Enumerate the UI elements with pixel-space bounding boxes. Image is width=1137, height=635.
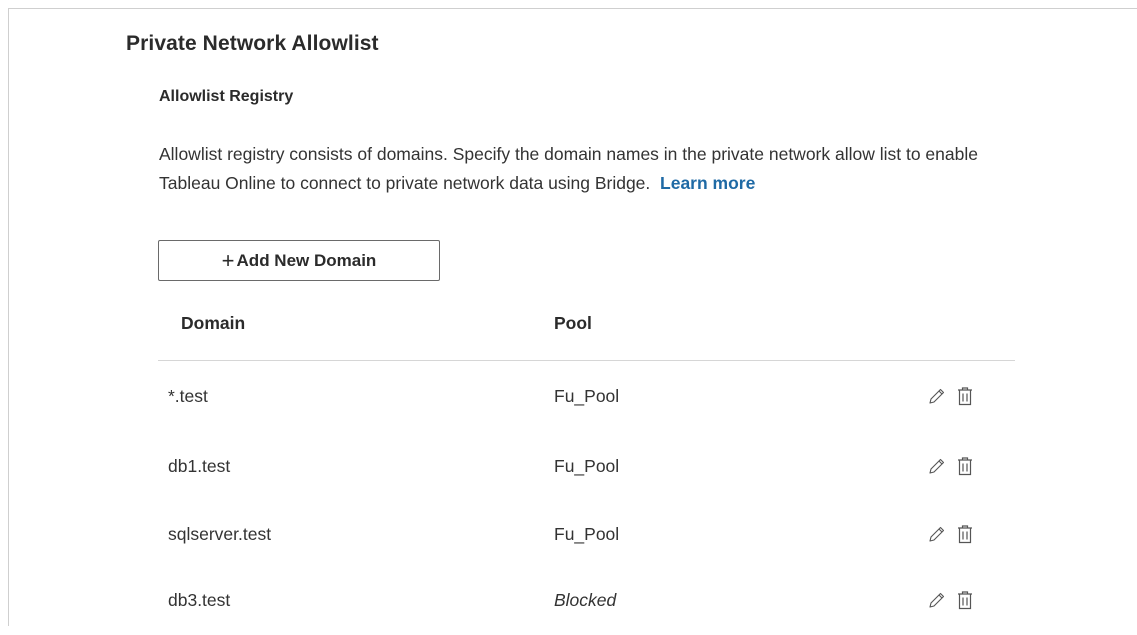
column-header-domain: Domain (181, 313, 246, 333)
table-row: db3.test Blocked (158, 565, 1015, 635)
pencil-icon[interactable] (928, 457, 946, 475)
row-actions (928, 431, 974, 501)
domain-cell: db1.test (168, 455, 231, 476)
domain-cell: *.test (168, 385, 208, 406)
table-row: *.test Fu_Pool (158, 361, 1015, 431)
plus-icon: + (221, 247, 235, 273)
trash-icon[interactable] (956, 590, 974, 610)
pool-cell: Fu_Pool (554, 523, 620, 544)
pencil-icon[interactable] (928, 387, 946, 405)
table-row: sqlserver.test Fu_Pool (158, 499, 1015, 569)
section-description: Allowlist registry consists of domains. … (159, 140, 1019, 198)
column-header-pool: Pool (554, 313, 592, 333)
trash-icon[interactable] (956, 524, 974, 544)
section-subtitle: Allowlist Registry (159, 88, 294, 105)
page-title: Private Network Allowlist (126, 32, 379, 55)
domain-cell: sqlserver.test (168, 523, 272, 544)
row-actions (928, 361, 974, 431)
domain-cell: db3.test (168, 589, 231, 610)
description-text: Allowlist registry consists of domains. … (159, 144, 978, 193)
add-new-domain-button[interactable]: + Add New Domain (158, 240, 440, 281)
trash-icon[interactable] (956, 456, 974, 476)
row-actions (928, 565, 974, 635)
learn-more-link[interactable]: Learn more (660, 173, 755, 193)
pencil-icon[interactable] (928, 591, 946, 609)
pool-cell: Fu_Pool (554, 385, 620, 406)
row-actions (928, 499, 974, 569)
pencil-icon[interactable] (928, 525, 946, 543)
add-new-domain-label: Add New Domain (236, 250, 377, 270)
pool-cell-blocked: Blocked (554, 589, 617, 610)
trash-icon[interactable] (956, 386, 974, 406)
pool-cell: Fu_Pool (554, 455, 620, 476)
table-row: db1.test Fu_Pool (158, 431, 1015, 501)
